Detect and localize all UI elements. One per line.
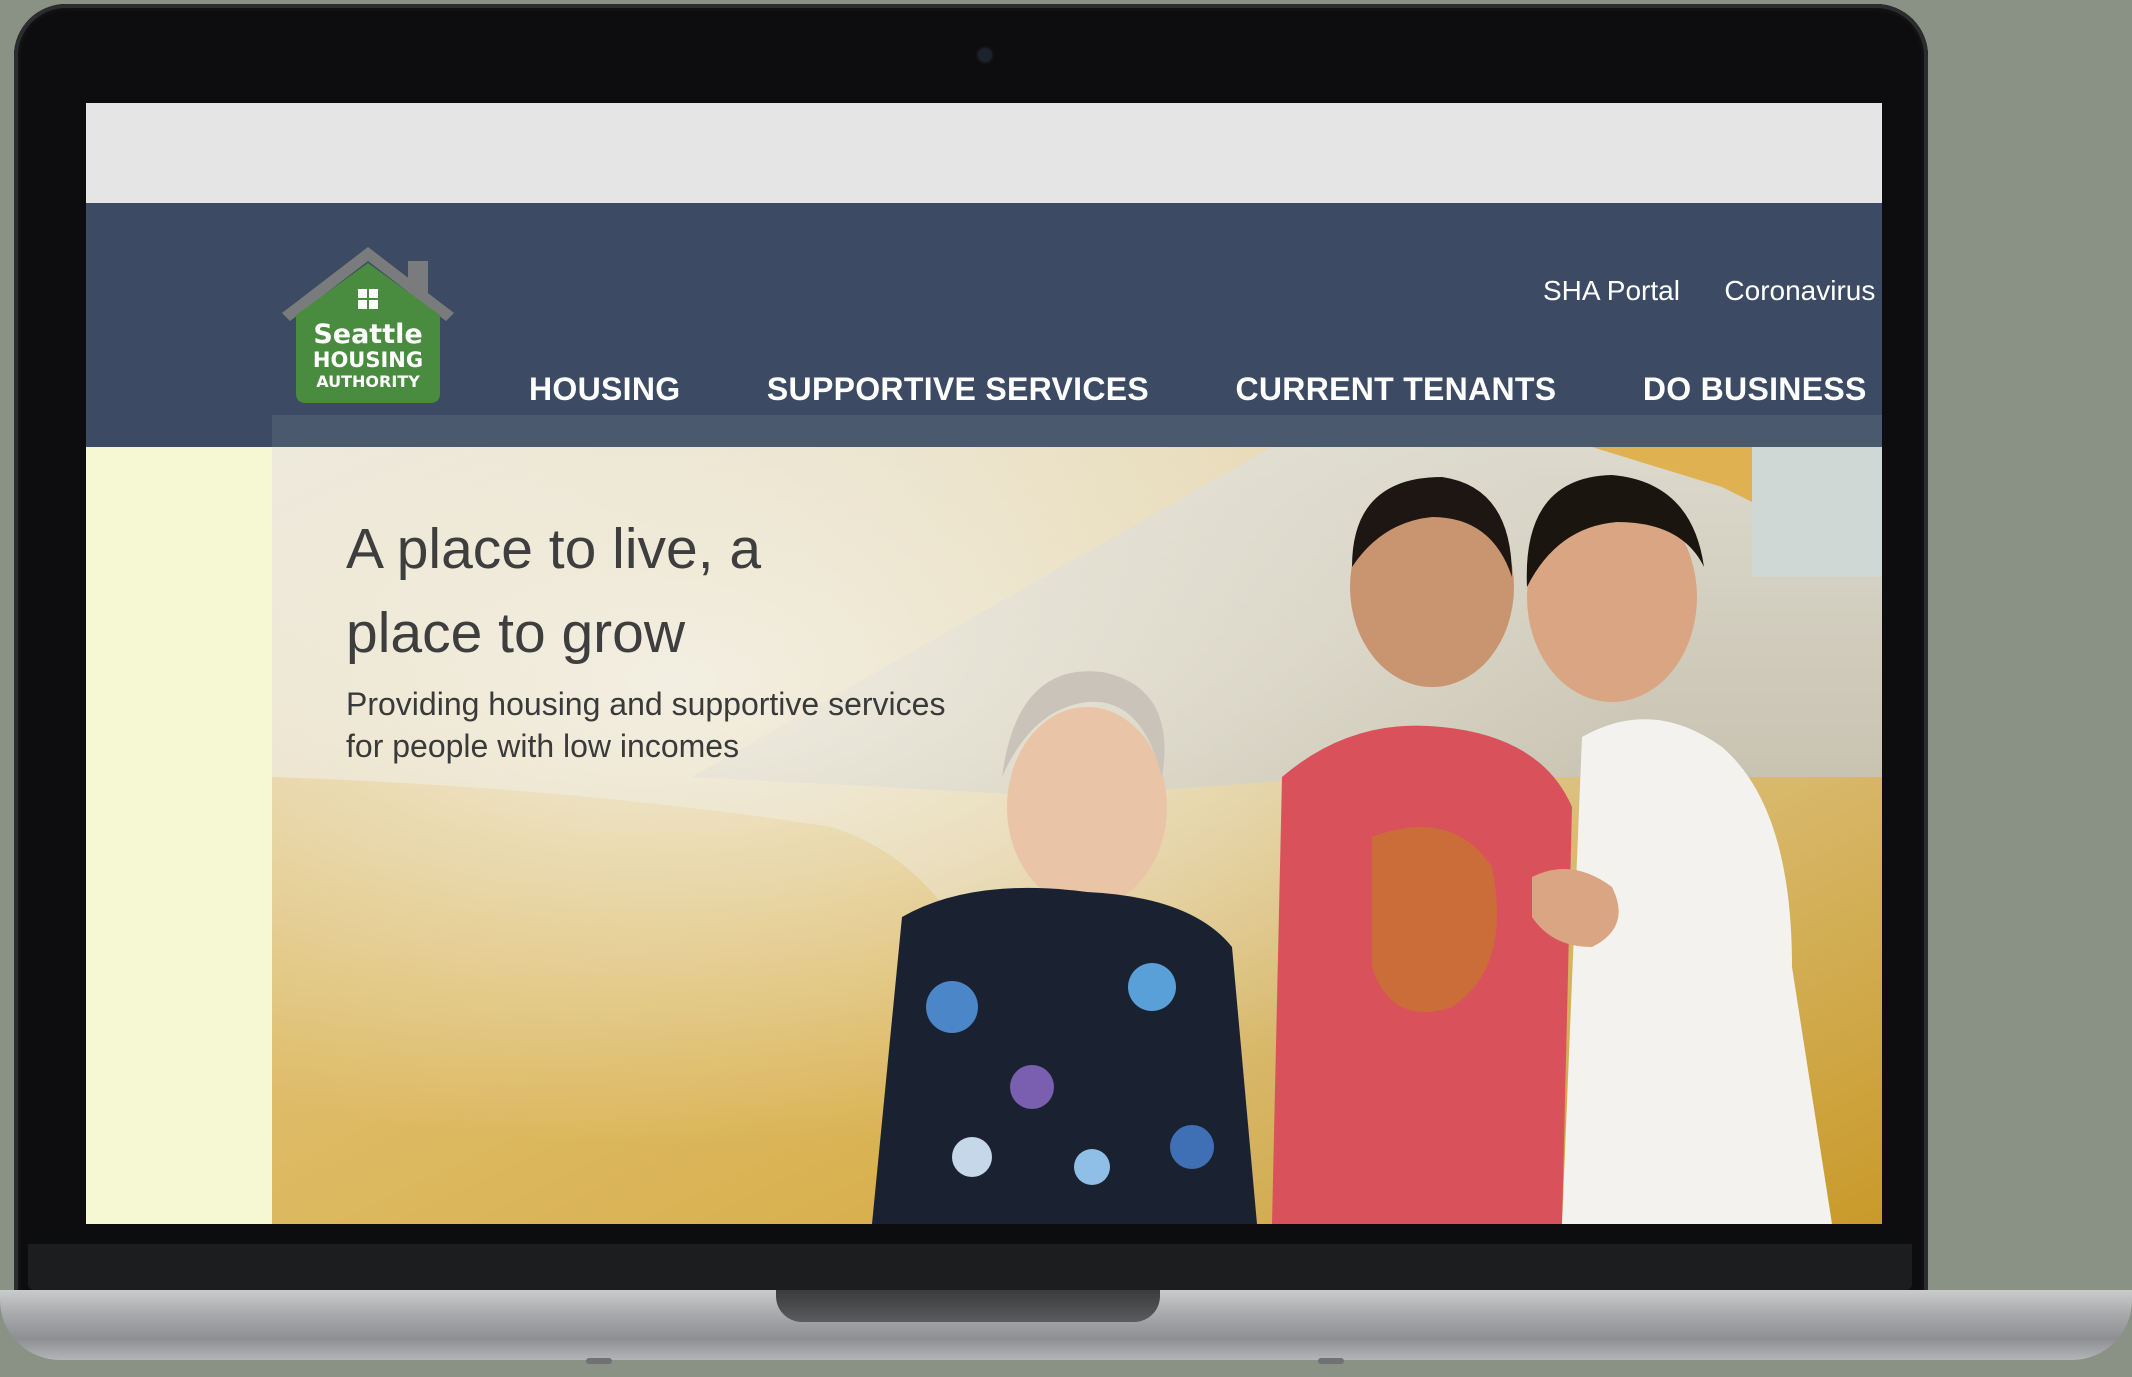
hero-subtitle: Providing housing and supportive service… bbox=[346, 686, 946, 764]
nav-underlay bbox=[272, 415, 1882, 447]
seattle-housing-authority-logo[interactable]: Seattle HOUSING AUTHORITY bbox=[278, 243, 458, 409]
link-sha-portal[interactable]: SHA Portal bbox=[1543, 275, 1680, 306]
nav-item-housing[interactable]: HOUSING bbox=[529, 371, 680, 407]
hero-title: A place to live, a place to grow bbox=[346, 517, 762, 665]
nav-item-do-business[interactable]: DO BUSINESS bbox=[1643, 371, 1867, 407]
hero-banner: A place to live, a place to grow Providi… bbox=[272, 447, 1882, 1224]
logo-line1: Seattle bbox=[313, 319, 422, 350]
nav-item-supportive-services[interactable]: SUPPORTIVE SERVICES bbox=[767, 371, 1149, 407]
logo-line3: AUTHORITY bbox=[316, 372, 420, 391]
left-sidebar-panel bbox=[86, 447, 272, 1224]
browser-top-bar bbox=[86, 103, 1882, 203]
browser-viewport: Seattle HOUSING AUTHORITY SHA Portal Cor… bbox=[86, 103, 1882, 1224]
webcam-icon bbox=[978, 48, 992, 62]
main-nav: HOUSING SUPPORTIVE SERVICES CURRENT TENA… bbox=[529, 371, 1882, 408]
laptop-foot bbox=[1318, 1358, 1344, 1364]
utility-nav: SHA Portal Coronavirus bbox=[1543, 275, 1882, 307]
nav-item-current-tenants[interactable]: CURRENT TENANTS bbox=[1235, 371, 1556, 407]
laptop-lid: Seattle HOUSING AUTHORITY SHA Portal Cor… bbox=[14, 4, 1928, 1304]
laptop-foot bbox=[586, 1358, 612, 1364]
laptop-bottom-bezel bbox=[28, 1244, 1912, 1290]
link-coronavirus[interactable]: Coronavirus bbox=[1724, 275, 1875, 306]
laptop-hinge-notch bbox=[776, 1290, 1160, 1322]
logo-line2: HOUSING bbox=[313, 348, 423, 372]
